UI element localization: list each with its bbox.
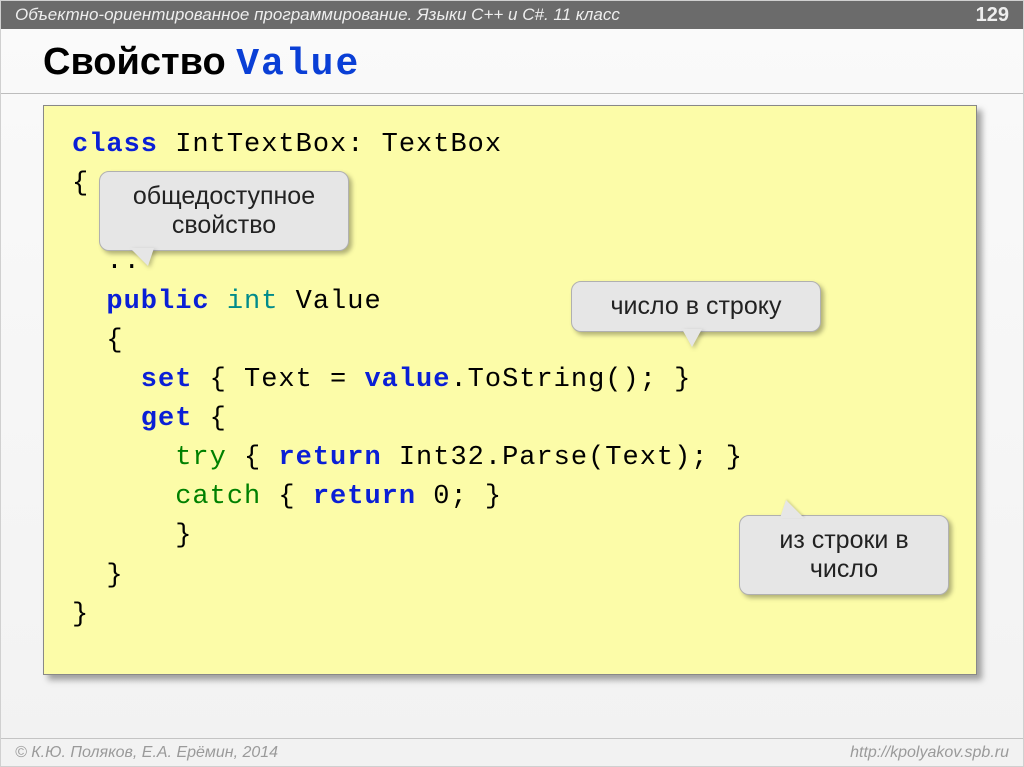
- callout-tail: [682, 329, 702, 347]
- title-keyword: Value: [236, 43, 360, 86]
- slide-title: Свойство Value: [43, 41, 360, 86]
- title-divider: [1, 93, 1023, 94]
- callout-public-property: общедоступное свойство: [99, 171, 349, 251]
- slide: Объектно-ориентированное программировани…: [0, 0, 1024, 767]
- callout-num-to-str: число в строку: [571, 281, 821, 332]
- callout-tail: [780, 500, 804, 518]
- footer-bar: © К.Ю. Поляков, Е.А. Ерёмин, 2014 http:/…: [1, 738, 1023, 766]
- callout-tail: [130, 248, 154, 266]
- page-number: 129: [976, 1, 1009, 29]
- footer-url: http://kpolyakov.spb.ru: [850, 739, 1009, 766]
- callout-str-to-num: из строки в число: [739, 515, 949, 595]
- header-subject: Объектно-ориентированное программировани…: [15, 1, 620, 29]
- header-bar: Объектно-ориентированное программировани…: [1, 1, 1023, 29]
- footer-copyright: © К.Ю. Поляков, Е.А. Ерёмин, 2014: [15, 739, 278, 766]
- title-text: Свойство: [43, 41, 236, 83]
